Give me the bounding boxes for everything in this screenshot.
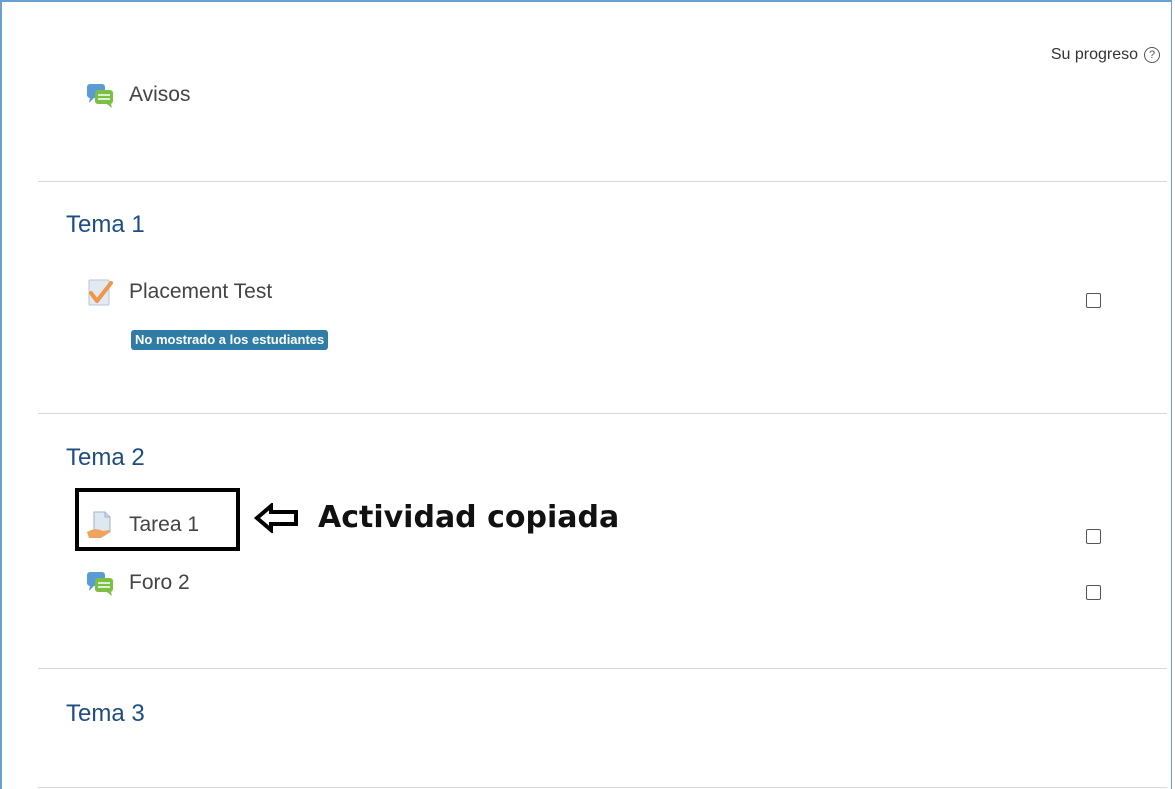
activity-foro-2[interactable]: Foro 2 [85, 568, 190, 598]
section-divider [38, 181, 1167, 182]
annotation-highlight-box [75, 488, 240, 551]
activity-label[interactable]: Avisos [129, 83, 190, 107]
arrow-left-icon [254, 502, 298, 533]
activity-label[interactable]: Foro 2 [129, 571, 190, 595]
completion-checkbox[interactable] [1086, 529, 1101, 544]
quiz-icon [88, 279, 113, 306]
section-divider [38, 668, 1167, 669]
section-title-tema-3[interactable]: Tema 3 [66, 700, 145, 728]
completion-checkbox[interactable] [1086, 293, 1101, 308]
annotation-text: Actividad copiada [318, 500, 620, 535]
completion-checkbox[interactable] [1086, 585, 1101, 600]
activity-avisos[interactable]: Avisos [85, 80, 190, 110]
course-frame [0, 0, 1172, 789]
activity-label[interactable]: Placement Test [129, 280, 272, 304]
progress-indicator: Su progreso ? [1051, 46, 1160, 64]
section-divider [38, 787, 1167, 788]
hidden-status-badge: No mostrado a los estudiantes [131, 330, 329, 350]
section-title-tema-1[interactable]: Tema 1 [66, 211, 145, 239]
activity-placement-test[interactable]: Placement Test [85, 277, 272, 307]
section-title-tema-2[interactable]: Tema 2 [66, 444, 145, 472]
progress-label: Su progreso [1050, 46, 1138, 63]
forum-icon [87, 572, 113, 596]
forum-icon [87, 84, 113, 108]
help-icon[interactable]: ? [1144, 47, 1160, 63]
annotation: Actividad copiada [254, 500, 619, 535]
section-divider [38, 413, 1167, 414]
